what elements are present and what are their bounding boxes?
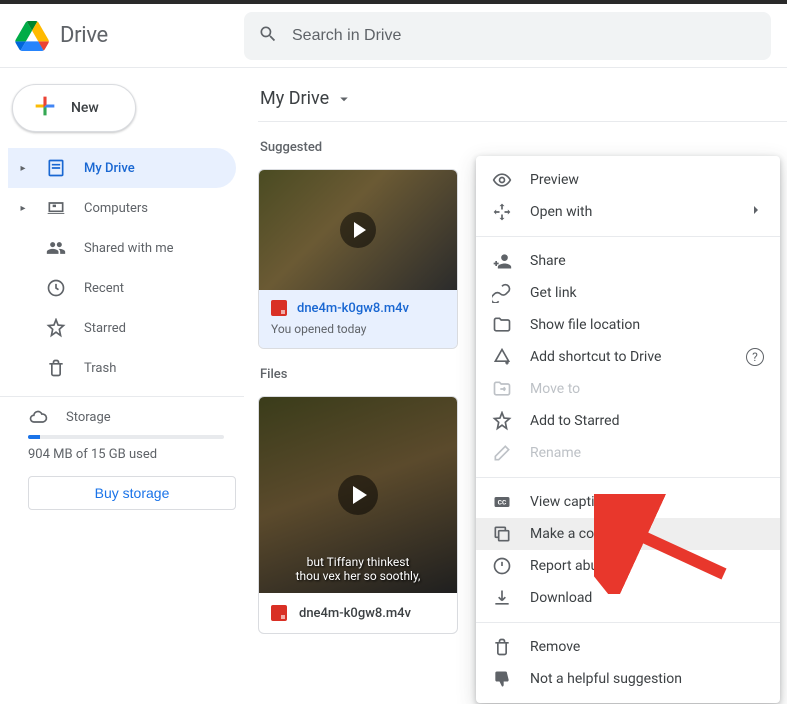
cloud-icon [28,407,48,427]
clock-icon [46,278,66,298]
menu-show-location[interactable]: Show file location [476,309,780,341]
star-icon [492,411,512,431]
chevron-right-icon: ▸ [18,163,28,174]
sidebar-item-label: Trash [84,361,116,376]
menu-get-link[interactable]: Get link [476,277,780,309]
sidebar-item-my-drive[interactable]: ▸ My Drive [8,148,236,188]
header: Drive [0,4,787,68]
menu-add-starred[interactable]: Add to Starred [476,405,780,437]
plus-icon [31,92,59,124]
sidebar: New ▸ My Drive ▸ Computers ▸ Shared with… [0,68,244,704]
drive-logo-icon [12,16,52,56]
search-icon [258,24,278,48]
file-subtitle: You opened today [271,322,445,336]
storage-bar [28,435,224,439]
sidebar-item-recent[interactable]: ▸ Recent [8,268,236,308]
link-icon [492,283,512,303]
drive-icon [46,158,66,178]
alert-icon [492,556,512,576]
storage-label: Storage [66,410,111,425]
menu-rename: Rename [476,437,780,469]
menu-make-copy[interactable]: Make a copy [476,518,780,550]
search-input[interactable] [292,27,757,45]
play-icon [338,475,378,515]
sidebar-item-label: Recent [84,281,124,296]
menu-not-helpful[interactable]: Not a helpful suggestion [476,663,780,695]
sidebar-item-label: Shared with me [84,241,174,256]
menu-download[interactable]: Download [476,582,780,614]
thumbs-down-icon [492,669,512,689]
computers-icon [46,198,66,218]
menu-open-with[interactable]: Open with [476,196,780,228]
help-icon[interactable]: ? [746,348,764,366]
video-file-icon [271,300,287,316]
new-button-label: New [71,100,99,116]
file-name: dne4m-k0gw8.m4v [297,301,409,316]
sidebar-item-label: Starred [84,321,126,336]
chevron-right-icon: ▸ [18,203,28,214]
breadcrumb[interactable]: My Drive [258,78,787,121]
move-icon [492,379,512,399]
sidebar-item-storage[interactable]: Storage [8,407,236,433]
folder-icon [492,315,512,335]
download-icon [492,588,512,608]
svg-text:CC: CC [498,499,507,507]
cc-icon: CC [492,492,512,512]
copy-icon [492,524,512,544]
people-icon [46,238,66,258]
trash-icon [46,358,66,378]
sidebar-item-label: Computers [84,201,148,216]
sidebar-item-computers[interactable]: ▸ Computers [8,188,236,228]
menu-report-abuse[interactable]: Report abuse [476,550,780,582]
search-bar[interactable] [244,12,771,60]
buy-storage-button[interactable]: Buy storage [28,476,236,510]
open-with-icon [492,202,512,222]
video-thumbnail[interactable]: but Tiffany thinkest thou vex her so soo… [259,397,457,593]
storage-usage-text: 904 MB of 15 GB used [8,447,236,462]
sidebar-item-starred[interactable]: ▸ Starred [8,308,236,348]
menu-preview[interactable]: Preview [476,164,780,196]
menu-move-to: Move to [476,373,780,405]
play-icon [340,212,376,248]
pencil-icon [492,443,512,463]
suggested-heading: Suggested [260,140,787,155]
trash-icon [492,637,512,657]
sidebar-item-shared[interactable]: ▸ Shared with me [8,228,236,268]
context-menu: Preview Open with Share Get link Show fi… [476,156,780,703]
sidebar-item-label: My Drive [84,161,135,176]
file-name: dne4m-k0gw8.m4v [299,606,411,621]
new-button[interactable]: New [12,84,136,132]
nav-list: ▸ My Drive ▸ Computers ▸ Shared with me … [8,148,236,388]
suggested-file-card[interactable]: dne4m-k0gw8.m4v You opened today [258,169,458,349]
menu-share[interactable]: Share [476,245,780,277]
video-caption-overlay: but Tiffany thinkest thou vex her so soo… [259,555,457,583]
app-name: Drive [60,23,108,48]
sidebar-item-trash[interactable]: ▸ Trash [8,348,236,388]
logo[interactable]: Drive [12,16,244,56]
video-thumbnail[interactable] [259,170,457,290]
menu-remove[interactable]: Remove [476,631,780,663]
drive-shortcut-icon [492,347,512,367]
video-file-icon [271,605,287,621]
file-card[interactable]: but Tiffany thinkest thou vex her so soo… [258,396,458,634]
breadcrumb-label: My Drive [260,88,329,109]
menu-add-shortcut[interactable]: Add shortcut to Drive ? [476,341,780,373]
star-icon [46,318,66,338]
chevron-down-icon [335,90,353,108]
menu-view-caption[interactable]: CC View caption tracks [476,486,780,518]
person-add-icon [492,251,512,271]
chevron-right-icon [748,202,764,222]
eye-icon [492,170,512,190]
